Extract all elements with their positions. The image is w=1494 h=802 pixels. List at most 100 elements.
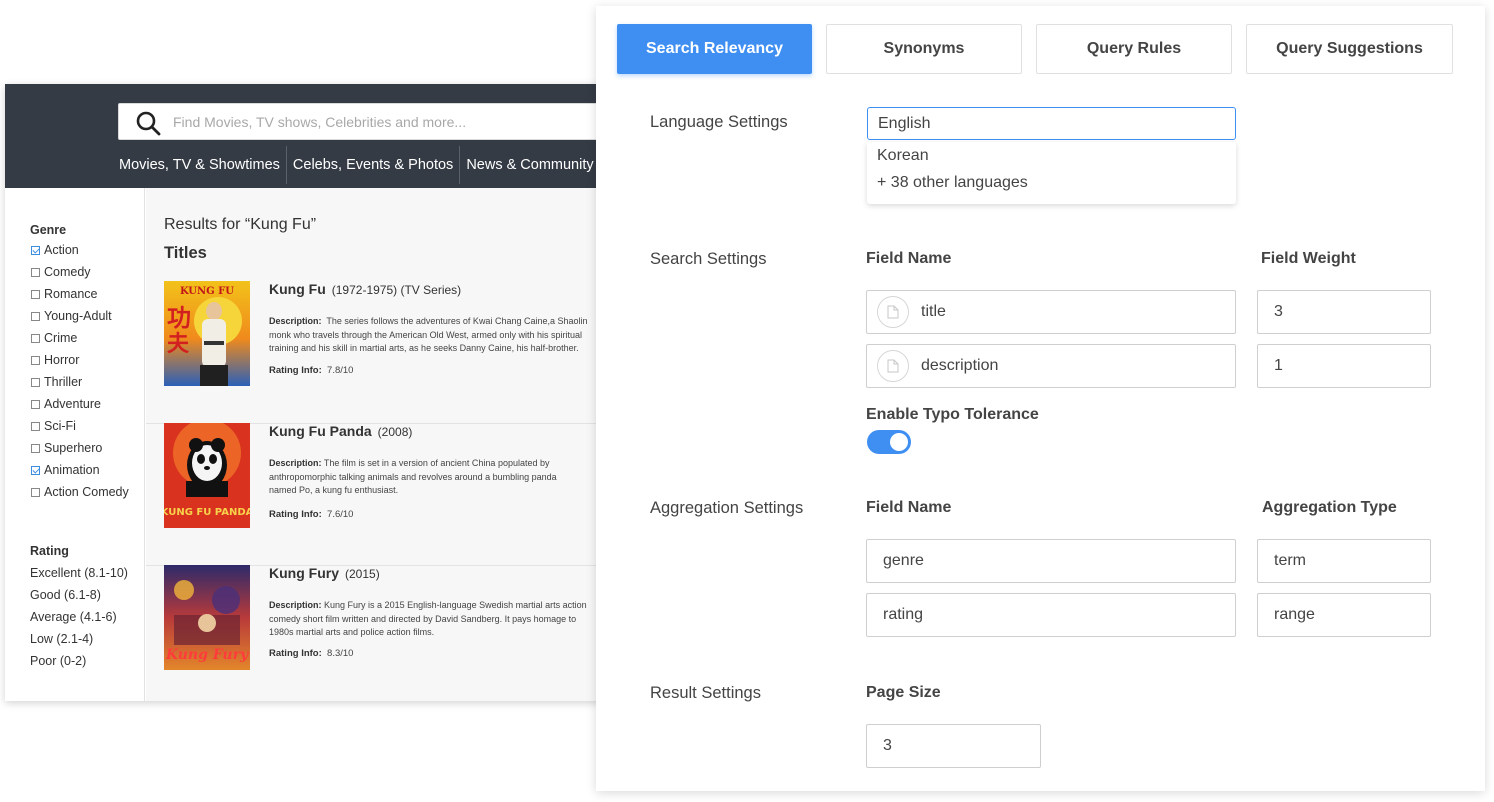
rating-filter-item[interactable]: Average (4.1-6) [30, 610, 117, 624]
genre-filter-adventure[interactable]: Adventure [31, 397, 101, 411]
document-icon [877, 296, 909, 328]
svg-text:夫: 夫 [167, 331, 190, 357]
genre-label: Sci-Fi [44, 419, 76, 433]
rating-filter-item[interactable]: Poor (0-2) [30, 654, 86, 668]
result-rating: Rating Info: 8.3/10 [269, 648, 354, 659]
result-settings-label: Result Settings [650, 684, 761, 702]
field-weight-header: Field Weight [1261, 250, 1356, 267]
genre-label: Young-Adult [44, 309, 112, 323]
checkbox[interactable] [31, 399, 40, 409]
checkbox[interactable] [31, 421, 40, 431]
genre-filter-young-adult[interactable]: Young-Adult [31, 309, 112, 323]
genre-filter-romance[interactable]: Romance [31, 287, 98, 301]
rating-filter-item[interactable]: Low (2.1-4) [30, 632, 93, 646]
filter-sidebar: Genre Action Comedy Romance Young-Adult Crim… [5, 188, 145, 701]
results-heading: Results for “Kung Fu” [164, 216, 317, 233]
titles-heading: Titles [164, 244, 207, 262]
checkbox[interactable] [31, 377, 40, 387]
aggregation-type-header: Aggregation Type [1262, 499, 1397, 516]
search-input[interactable] [173, 104, 593, 139]
result-item[interactable]: Kung Fury Kung Fury (2015) Description: K… [146, 565, 605, 701]
result-description: Description: The series follows the adve… [269, 316, 588, 353]
genre-filter-superhero[interactable]: Superhero [31, 441, 102, 455]
poster-image[interactable]: KUNG FU PANDA [164, 423, 250, 528]
result-meta: (2008) [377, 425, 413, 439]
search-field-description[interactable]: description [866, 344, 1236, 388]
search-demo-page: Movies, TV & Showtimes Celebs, Events & … [5, 84, 605, 701]
poster-image[interactable]: 功 夫 KUNG FU [164, 281, 250, 386]
genre-filter-crime[interactable]: Crime [31, 331, 77, 345]
result-title[interactable]: Kung Fu (1972-1975) (TV Series) [269, 281, 461, 297]
weight-input-description[interactable]: 1 [1257, 344, 1431, 388]
genre-label: Animation [44, 463, 100, 477]
agg-type-rating[interactable]: range [1257, 593, 1431, 637]
tab-search-relevancy[interactable]: Search Relevancy [617, 24, 812, 74]
field-name-header: Field Name [866, 250, 952, 267]
search-box[interactable] [118, 103, 605, 140]
language-dropdown: Korean + 38 other languages [867, 142, 1236, 204]
result-meta: (1972-1975) (TV Series) [331, 283, 462, 297]
genre-label: Romance [44, 287, 98, 301]
result-item[interactable]: 功 夫 KUNG FU Kung Fu (1972-1975) (TV Serie… [146, 281, 605, 424]
agg-field-genre[interactable]: genre [866, 539, 1236, 583]
nav-celebs-events[interactable]: Celebs, Events & Photos [287, 146, 461, 184]
result-description: Description: The film is set in a versio… [269, 458, 557, 495]
top-bar: Movies, TV & Showtimes Celebs, Events & … [5, 84, 605, 188]
genre-filter-thriller[interactable]: Thriller [31, 375, 82, 389]
document-icon [877, 350, 909, 382]
poster-title-text: Kung Fury [165, 647, 249, 663]
checkbox[interactable] [31, 333, 40, 343]
genre-filter-horror[interactable]: Horror [31, 353, 79, 367]
language-option-korean[interactable]: Korean [877, 147, 929, 165]
search-settings-label: Search Settings [650, 250, 767, 268]
nav-movies-tv[interactable]: Movies, TV & Showtimes [113, 146, 287, 184]
checkbox[interactable] [31, 443, 40, 453]
page-size-header: Page Size [866, 684, 941, 701]
result-title[interactable]: Kung Fu Panda (2008) [269, 423, 412, 439]
checkbox[interactable] [31, 487, 40, 497]
genre-filter-action[interactable]: Action [31, 243, 79, 257]
search-icon [136, 111, 161, 136]
nav-news-community[interactable]: News & Community [460, 146, 599, 184]
tab-query-suggestions[interactable]: Query Suggestions [1246, 24, 1453, 74]
tab-query-rules[interactable]: Query Rules [1036, 24, 1232, 74]
genre-label: Action [44, 243, 79, 257]
rating-filter-item[interactable]: Excellent (8.1-10) [30, 566, 128, 580]
weight-input-title[interactable]: 3 [1257, 290, 1431, 334]
search-field-title[interactable]: title [866, 290, 1236, 334]
language-select[interactable]: English [867, 107, 1236, 140]
rating-filter-item[interactable]: Good (6.1-8) [30, 588, 101, 602]
language-option-more[interactable]: + 38 other languages [877, 174, 1028, 192]
aggregation-settings-label: Aggregation Settings [650, 499, 804, 517]
result-description: Description: Kung Fury is a 2015 English… [269, 600, 587, 637]
genre-filter-sci-fi[interactable]: Sci-Fi [31, 419, 76, 433]
result-item[interactable]: KUNG FU PANDA Kung Fu Panda (2008) Descri… [146, 423, 605, 566]
typo-tolerance-toggle[interactable] [867, 430, 911, 454]
result-title[interactable]: Kung Fury (2015) [269, 565, 380, 581]
genre-filter-animation[interactable]: Animation [31, 463, 100, 477]
poster-image[interactable]: Kung Fury [164, 565, 250, 670]
results-area: Results for “Kung Fu” Titles 功 夫 KUNG FU [146, 188, 605, 701]
agg-field-name-header: Field Name [866, 499, 952, 516]
checkbox[interactable] [31, 465, 40, 475]
genre-label: Thriller [44, 375, 83, 389]
checkbox[interactable] [31, 267, 40, 277]
genre-filter-action-comedy[interactable]: Action Comedy [31, 485, 129, 499]
checkbox[interactable] [31, 311, 40, 321]
genre-label: Comedy [44, 265, 91, 279]
typo-tolerance-label: Enable Typo Tolerance [866, 406, 1039, 423]
svg-text:功: 功 [167, 303, 191, 332]
checkbox[interactable] [31, 289, 40, 299]
result-rating: Rating Info: 7.6/10 [269, 509, 354, 520]
checkbox[interactable] [31, 355, 40, 365]
tab-synonyms[interactable]: Synonyms [826, 24, 1022, 74]
page-size-input[interactable]: 3 [866, 724, 1041, 768]
genre-label: Action Comedy [44, 485, 129, 499]
agg-type-genre[interactable]: term [1257, 539, 1431, 583]
genre-filter-comedy[interactable]: Comedy [31, 265, 91, 279]
genre-label: Horror [44, 353, 80, 367]
checkbox[interactable] [31, 245, 40, 255]
result-rating: Rating Info: 7.8/10 [269, 365, 354, 376]
agg-field-rating[interactable]: rating [866, 593, 1236, 637]
genre-facet-title: Genre [30, 223, 67, 237]
